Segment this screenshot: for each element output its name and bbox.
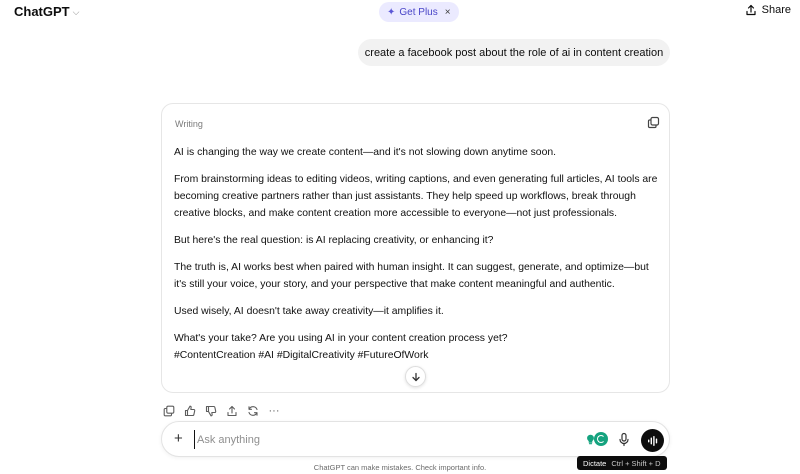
response-paragraph: Used wisely, AI doesn't take away creati… xyxy=(174,306,444,317)
bad-response-button[interactable] xyxy=(204,404,218,418)
top-bar: ChatGPT ⌵ ✦ Get Plus × Share xyxy=(0,0,800,26)
share-response-button[interactable] xyxy=(225,404,239,418)
response-type-label: Writing xyxy=(175,119,203,129)
regenerate-button[interactable] xyxy=(246,404,260,418)
chevron-down-icon: ⌵ xyxy=(72,6,80,17)
user-message-text: create a facebook post about the role of… xyxy=(364,46,664,59)
response-body: AI is changing the way we create content… xyxy=(174,144,659,364)
get-plus-label: Get Plus xyxy=(399,6,438,18)
share-icon xyxy=(227,405,237,417)
composer: + xyxy=(161,421,670,457)
response-paragraph: AI is changing the way we create content… xyxy=(174,147,557,158)
response-paragraph: But here's the real question: is AI repl… xyxy=(174,235,494,246)
model-selector[interactable]: ChatGPT ⌵ xyxy=(14,4,79,19)
disclaimer: ChatGPT can make mistakes. Check importa… xyxy=(313,463,487,472)
arrow-down-icon xyxy=(411,372,420,381)
sparkle-icon: ✦ xyxy=(387,6,396,18)
voice-mode-button[interactable] xyxy=(641,429,664,452)
microphone-icon[interactable] xyxy=(617,432,631,447)
writing-response-card: Writing AI is changing the way we create… xyxy=(161,103,670,393)
scroll-to-bottom-button[interactable] xyxy=(405,366,426,387)
copy-icon[interactable] xyxy=(647,116,660,129)
response-paragraph: What's your take? Are you using AI in yo… xyxy=(174,333,508,344)
more-icon[interactable]: ··· xyxy=(267,404,281,418)
close-icon[interactable]: × xyxy=(445,7,451,18)
voice-mode-icon xyxy=(647,435,657,446)
app-title: ChatGPT xyxy=(14,4,70,19)
share-button[interactable]: Share xyxy=(745,4,791,16)
copy-icon xyxy=(163,405,175,417)
thumbs-up-icon xyxy=(184,405,196,417)
user-message-bubble: create a facebook post about the role of… xyxy=(358,39,670,66)
grammar-extension-icon[interactable] xyxy=(594,432,608,446)
thumbs-down-icon xyxy=(205,405,217,417)
response-paragraph: From brainstorming ideas to editing vide… xyxy=(174,174,658,219)
message-actions: ··· xyxy=(162,404,281,418)
copy-response-button[interactable] xyxy=(162,404,176,418)
good-response-button[interactable] xyxy=(183,404,197,418)
get-plus-button[interactable]: ✦ Get Plus × xyxy=(379,2,459,22)
share-icon xyxy=(746,4,756,16)
regenerate-icon xyxy=(248,406,258,416)
response-hashtags: #ContentCreation #AI #DigitalCreativity … xyxy=(174,350,429,361)
response-paragraph: The truth is, AI works best when paired … xyxy=(174,262,649,290)
ask-input[interactable] xyxy=(194,430,534,449)
share-label: Share xyxy=(761,4,791,16)
add-attachment-button[interactable]: + xyxy=(174,430,183,448)
